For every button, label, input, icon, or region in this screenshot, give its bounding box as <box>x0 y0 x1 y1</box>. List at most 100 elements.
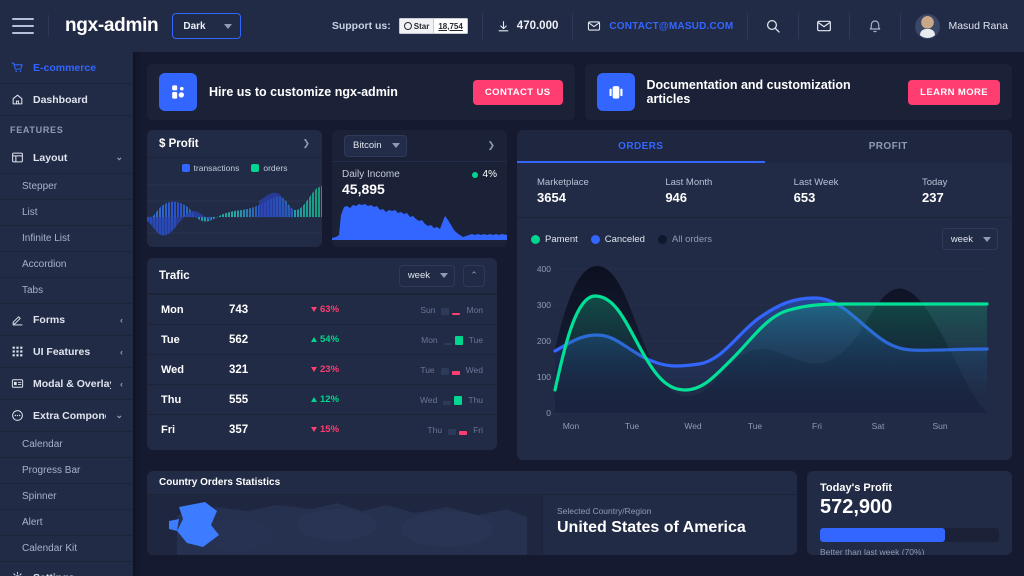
sidebar-subitem-calendar[interactable]: Calendar <box>0 432 133 458</box>
table-row[interactable]: Wed 321 23% Tue Wed <box>147 354 497 384</box>
svg-text:Wed: Wed <box>684 421 702 431</box>
sidebar-item-label: Modal & Overlays <box>33 377 111 390</box>
table-row[interactable]: Mon 743 63% Sun Mon <box>147 294 497 324</box>
chevron-right-icon[interactable]: ❯ <box>487 140 495 151</box>
world-map[interactable] <box>147 495 542 555</box>
search-icon[interactable] <box>762 15 784 37</box>
sidebar-item-dashboard[interactable]: Dashboard <box>0 84 133 116</box>
chevron-up-icon[interactable]: ⌃ <box>463 264 485 287</box>
orders-period-select[interactable]: week <box>941 228 998 250</box>
trafic-period-select[interactable]: week <box>398 264 455 287</box>
sparkline-next-label: Tue <box>468 334 483 345</box>
header-divider <box>900 13 902 39</box>
sidebar-item-settings[interactable]: Settings <box>0 562 133 576</box>
github-star-left: Star <box>398 18 434 34</box>
sidebar-subitem-stepper[interactable]: Stepper <box>0 174 133 200</box>
sidebar-subitem-calendar-kit[interactable]: Calendar Kit <box>0 536 133 562</box>
bell-icon[interactable] <box>864 15 886 37</box>
bitcoin-card: Bitcoin ❯ Daily Income 45,895 4% <box>332 130 507 247</box>
trafic-table: Mon 743 63% Sun Mon Tue 562 54% Mon Tue … <box>147 294 497 444</box>
legend-label: Pament <box>545 233 578 245</box>
theme-select[interactable]: Dark <box>172 13 241 39</box>
sidebar-item-layout[interactable]: Layout ⌄ <box>0 142 133 174</box>
contact-us-button[interactable]: CONTACT US <box>472 79 563 105</box>
sidebar-subitem-accordion[interactable]: Accordion <box>0 252 133 278</box>
stat-marketplace: Marketplace 3654 <box>537 177 665 205</box>
legend-all-orders[interactable]: All orders <box>657 234 712 245</box>
table-row[interactable]: Thu 555 12% Wed Thu <box>147 384 497 414</box>
sparkline-prev-label: Mon <box>421 334 438 345</box>
svg-text:Fri: Fri <box>812 421 822 431</box>
orders-chart-section: Pament Canceled All orders week 400 300 … <box>517 217 1012 449</box>
legend-color-swatch <box>531 234 540 244</box>
legend-canceled[interactable]: Canceled <box>590 234 645 245</box>
profit-card: $ Profit ❯ transactions orders <box>147 130 322 247</box>
sparkline-bar <box>459 430 468 435</box>
github-star-button[interactable]: Star 18,754 <box>398 18 468 34</box>
row-change-value: 54% <box>320 334 340 345</box>
row-sparkline: Wed Thu <box>385 395 483 405</box>
chevron-down-icon: ⌄ <box>115 410 123 420</box>
bitcoin-metric: Daily Income 45,895 4% <box>332 162 507 197</box>
row-day: Wed <box>161 363 185 376</box>
sidebar-subitem-list[interactable]: List <box>0 200 133 226</box>
sidebar-subitem-spinner[interactable]: Spinner <box>0 484 133 510</box>
sidebar-item-modal-overlays[interactable]: Modal & Overlays ‹ <box>0 368 133 400</box>
sparkline-prev-label: Tue <box>420 364 435 375</box>
stat-value: 653 <box>793 190 816 205</box>
legend-pament[interactable]: Pament <box>531 234 578 245</box>
row-value: 321 <box>229 363 249 376</box>
bitcoin-card-header: Bitcoin ❯ <box>332 130 507 162</box>
profit-area-chart <box>147 184 322 236</box>
downloads-value: 470.000 <box>516 20 559 32</box>
today-profit-value: 572,900 <box>820 496 893 518</box>
sidebar-item-label: Extra Components <box>33 409 106 422</box>
sparkline-bars <box>440 365 460 375</box>
sidebar-item-ui-features[interactable]: UI Features ‹ <box>0 336 133 368</box>
row-change-value: 12% <box>320 394 340 405</box>
arrow-down-icon <box>311 367 317 372</box>
sidebar-item-label: UI Features <box>33 345 91 358</box>
progress-bar-fill <box>820 528 946 542</box>
sidebar-item-e-commerce[interactable]: E-commerce <box>0 52 133 84</box>
app-header: ngx-admin Dark Support us: Star 18,754 4… <box>0 0 1024 52</box>
country-card-header: Country Orders Statistics <box>147 471 797 495</box>
envelope-icon[interactable] <box>813 15 835 37</box>
row-change-value: 15% <box>320 424 340 435</box>
stat-last-week: Last Week 653 <box>794 177 922 205</box>
sidebar-subitem-alert[interactable]: Alert <box>0 510 133 536</box>
sparkline-bars <box>443 395 463 405</box>
sidebar-subitem-progress-bar[interactable]: Progress Bar <box>0 458 133 484</box>
svg-text:Sat: Sat <box>872 421 885 431</box>
grid-icon <box>10 345 24 359</box>
tab-orders[interactable]: ORDERS <box>517 130 765 163</box>
sidebar-subitem-infinite-list[interactable]: Infinite List <box>0 226 133 252</box>
sparkline-bar <box>454 335 463 345</box>
tab-profit[interactable]: PROFIT <box>765 130 1013 163</box>
sidebar-item-forms[interactable]: Forms ‹ <box>0 304 133 336</box>
table-row[interactable]: Fri 357 15% Thu Fri <box>147 414 497 444</box>
row-change-value: 63% <box>320 304 340 315</box>
bitcoin-currency-select[interactable]: Bitcoin <box>344 134 407 157</box>
contact-link[interactable]: CONTACT@MASUD.COM <box>587 19 733 33</box>
stat-value: 237 <box>921 190 944 205</box>
svg-text:100: 100 <box>537 372 551 382</box>
contact-email: CONTACT@MASUD.COM <box>609 20 734 32</box>
hamburger-icon[interactable] <box>12 18 34 34</box>
sidebar-subitem-tabs[interactable]: Tabs <box>0 278 133 304</box>
chevron-right-icon[interactable]: ❯ <box>302 138 310 149</box>
orders-panel: ORDERS PROFIT Marketplace 3654 Last Mont… <box>517 130 1012 460</box>
table-row[interactable]: Tue 562 54% Mon Tue <box>147 324 497 354</box>
brand-logo[interactable]: ngx-admin <box>65 15 159 37</box>
chevron-down-icon <box>223 23 232 29</box>
stat-label: Last Month <box>665 177 713 188</box>
bottom-row: Country Orders Statistics Selected Count… <box>147 471 1012 555</box>
progress-note: Better than last week (70%) <box>820 547 925 555</box>
chevron-down-icon: ⌄ <box>115 152 123 162</box>
sidebar-item-extra-components[interactable]: Extra Components ⌄ <box>0 400 133 432</box>
header-divider <box>48 15 49 37</box>
user-menu[interactable]: Masud Rana <box>915 13 1008 39</box>
legend-label: transactions <box>193 163 240 173</box>
learn-more-button[interactable]: LEARN MORE <box>908 79 1000 105</box>
sparkline-bars <box>448 425 468 435</box>
